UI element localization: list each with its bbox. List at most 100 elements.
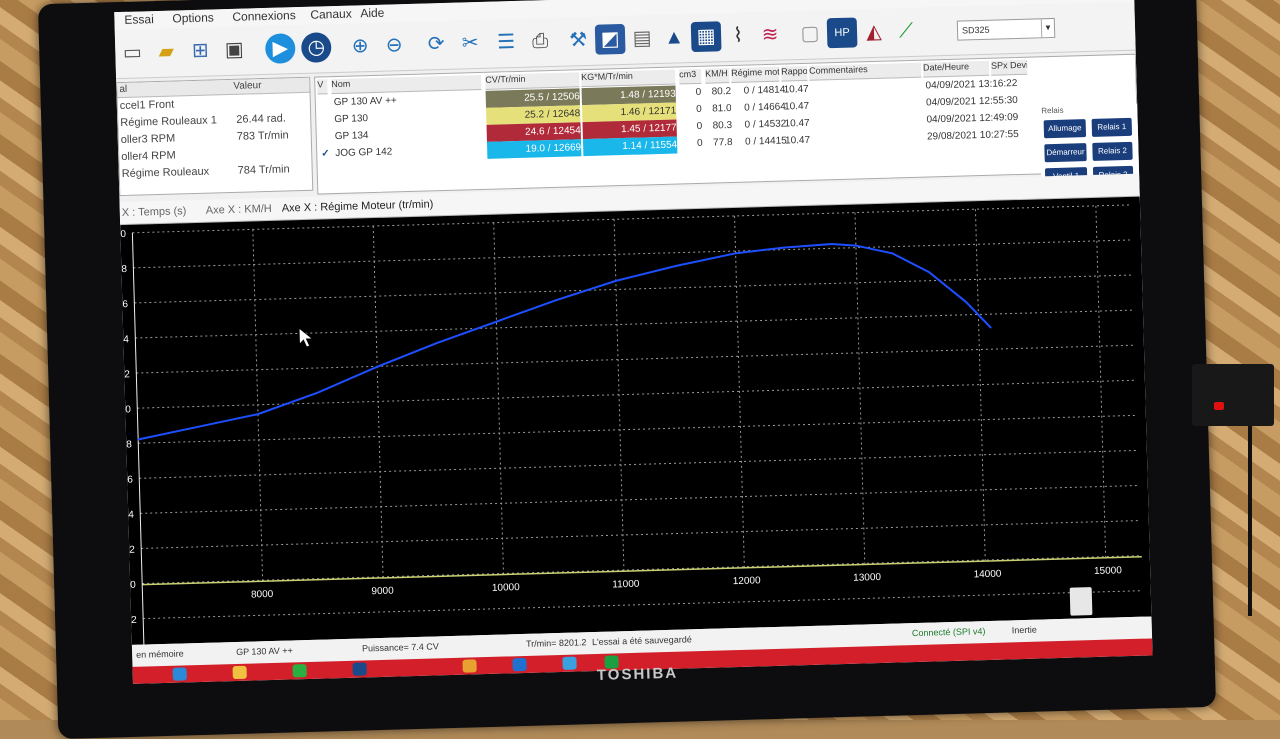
open-folder-icon[interactable]: ▰ [151, 36, 182, 67]
new-icon[interactable]: ▭ [117, 37, 148, 68]
x-tick-label: 10000 [492, 582, 521, 594]
store-icon[interactable] [292, 664, 307, 678]
status-connected: Connecté (SPI v4) [911, 626, 986, 639]
col-visible: V [317, 79, 328, 95]
save-icon[interactable]: ▣ [219, 34, 250, 65]
tab-axe-kmh[interactable]: Axe X : KM/H [206, 203, 272, 217]
device-icon[interactable]: ▤ [627, 23, 658, 54]
tools-icon[interactable]: ⚒ [563, 25, 594, 56]
tab-axe-temps[interactable]: X : Temps (s) [122, 205, 187, 219]
chrome-icon[interactable] [462, 659, 477, 673]
grid-v [493, 222, 505, 575]
zoom-in-icon[interactable]: ⊕ [345, 31, 376, 62]
refresh-icon[interactable]: ⟳ [421, 29, 452, 60]
grid-h [141, 520, 1141, 549]
edge-icon[interactable] [172, 667, 187, 681]
y-tick-label: 2 [129, 545, 135, 556]
row-regime: 0 / 14532 [744, 118, 787, 131]
power-chart[interactable]: 8000 9000 10000 11000 12000 13000 14000 15000 0 8… [120, 196, 1152, 645]
grid-h [140, 484, 1140, 514]
channel-name: Régime Rouleaux [121, 165, 210, 181]
grid-h [138, 414, 1138, 444]
row-kmh: 80.2 [711, 85, 732, 98]
spline-icon[interactable]: ≋ [755, 19, 786, 50]
x-tick-label: 11000 [612, 579, 640, 591]
col-cm3: cm3 [679, 68, 702, 85]
row-date: 29/08/2021 10:27:55 [926, 128, 1019, 143]
col-regime: Régime mote [731, 66, 780, 83]
grid-h [133, 239, 1133, 269]
menu-essai[interactable]: Essai [124, 12, 154, 27]
report-icon[interactable]: ☰ [491, 27, 522, 58]
row-check[interactable]: ✓ [321, 148, 330, 159]
module-cable [1248, 426, 1252, 616]
y-tick-label: 6 [127, 474, 133, 485]
status-trmin: Tr/min= 8201.2 [525, 637, 587, 649]
row-cm3: 0 [696, 120, 703, 132]
menu-connexions[interactable]: Connexions [232, 8, 296, 24]
y-tick-label: 2 [124, 369, 130, 380]
channel-value: 784 Tr/min [237, 163, 290, 177]
menu-aide[interactable]: Aide [360, 6, 384, 21]
play-icon[interactable]: ▶ [264, 33, 296, 64]
demarreur-button[interactable]: Démarreur [1044, 143, 1087, 163]
relais-2-button[interactable]: Relais 2 [1092, 141, 1133, 161]
x-tick-label: 14000 [973, 569, 1002, 581]
channel-value: 783 Tr/min [236, 129, 289, 143]
x-tick-label: 8000 [251, 589, 274, 601]
tree-icon[interactable]: ⊞ [185, 35, 216, 66]
green-curve-icon[interactable]: ⟋ [891, 16, 922, 47]
row-date: 04/09/2021 12:55:30 [925, 94, 1018, 109]
tests-table: V Nom CV/Tr/min KG*M/Tr/min cm3 KM/H Rég… [314, 53, 1140, 195]
y-tick-label: 0 [130, 580, 136, 591]
y-tick-label: 0 [120, 229, 126, 240]
y-tick-label: 6 [122, 299, 128, 310]
graph-settings-icon[interactable]: ◩ [594, 23, 626, 55]
browser-icon[interactable] [562, 656, 577, 670]
row-rapport: 10.47 [784, 134, 811, 147]
row-rapport: 10.47 [783, 100, 810, 113]
explorer-icon[interactable] [232, 665, 247, 680]
row-name: GP 130 [334, 113, 369, 126]
row-cm3: 0 [695, 86, 702, 98]
status-saved: L'essai a été sauvegardé [591, 634, 692, 648]
channel-value: 26.44 rad. [236, 112, 286, 126]
allumage-button[interactable]: Allumage [1043, 119, 1087, 139]
display-icon[interactable]: ▦ [690, 21, 722, 53]
power-curve-icon[interactable]: ◭ [859, 17, 890, 48]
gauge-icon[interactable]: ◷ [300, 32, 332, 63]
profile-select[interactable]: SD325 ▼ [956, 17, 1056, 41]
blank-icon[interactable]: ▢ [795, 18, 826, 49]
y-tick-label: 2 [131, 615, 137, 626]
x-tick-label: 9000 [371, 586, 394, 598]
relais-1-button[interactable]: Relais 1 [1091, 117, 1133, 137]
grid-v [252, 229, 264, 582]
row-date: 04/09/2021 12:49:09 [926, 111, 1019, 126]
grid-v [613, 219, 625, 572]
chevron-down-icon: ▼ [1040, 18, 1055, 38]
hp-icon[interactable]: HP [826, 17, 858, 49]
power-curve-line [137, 243, 992, 441]
warning-icon[interactable]: ▲ [659, 22, 690, 53]
channels-col-value: Valeur [233, 80, 262, 92]
dyno-app-icon[interactable] [352, 662, 367, 676]
scissors-icon[interactable]: ✂ [455, 28, 486, 59]
tv-side-button [1069, 587, 1093, 616]
menu-canaux[interactable]: Canaux [310, 7, 352, 22]
tv-monitor: Essai Options Connexions Canaux Aide ▭ ▰… [37, 0, 1217, 739]
col-kgm: KG*M/Tr/min [581, 69, 676, 88]
settings-icon[interactable] [512, 657, 527, 672]
y-tick-label: 4 [123, 334, 129, 345]
row-regime: 0 / 14814 [743, 84, 786, 97]
curve-icon[interactable]: ⌇ [723, 20, 754, 51]
zoom-out-icon[interactable]: ⊖ [379, 30, 410, 61]
tv-brand-logo: TOSHIBA [596, 664, 679, 684]
print-icon[interactable]: ⎙ [525, 26, 556, 57]
tab-axe-regime[interactable]: Axe X : Régime Moteur (tr/min) [282, 198, 434, 214]
grid-v [372, 226, 384, 578]
channels-col-name: al [119, 83, 128, 96]
col-kmh: KM/H [705, 68, 730, 84]
col-rapport: Rappor [780, 65, 808, 82]
x-tick-label: 13000 [853, 572, 882, 584]
menu-options[interactable]: Options [172, 10, 214, 25]
